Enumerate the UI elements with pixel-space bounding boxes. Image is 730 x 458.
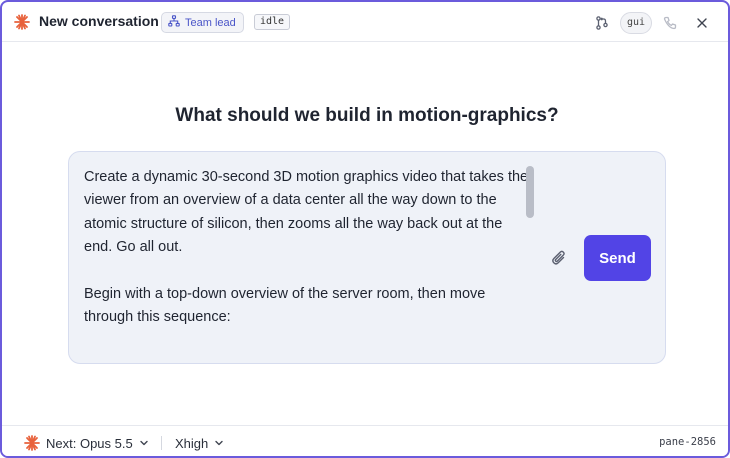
starburst-icon <box>24 435 40 451</box>
effort-label: Xhigh <box>175 435 209 451</box>
paperclip-icon[interactable] <box>549 248 569 268</box>
org-chart-icon <box>168 15 180 30</box>
pane-id: pane-2856 <box>659 436 716 448</box>
send-button[interactable]: Send <box>584 235 651 281</box>
effort-selector[interactable]: Xhigh <box>175 434 224 452</box>
close-icon[interactable] <box>692 13 712 33</box>
starburst-icon <box>14 14 30 30</box>
mode-toggle[interactable]: gui <box>620 12 652 34</box>
footer-divider <box>161 436 162 450</box>
model-selector[interactable]: Next: Opus 5.5 <box>46 434 149 452</box>
status-badge: idle <box>254 14 291 30</box>
prompt-composer: Create a dynamic 30-second 3D motion gra… <box>68 151 666 364</box>
chevron-down-icon <box>214 436 224 451</box>
phone-icon[interactable] <box>660 13 680 33</box>
header-bar: New conversation Team lead idle gui <box>2 2 728 42</box>
model-label: Next: Opus 5.5 <box>46 435 133 451</box>
footer-bar: Next: Opus 5.5 Xhigh pane-2856 <box>2 425 728 456</box>
prompt-input[interactable]: Create a dynamic 30-second 3D motion gra… <box>84 166 529 356</box>
conversation-title: New conversation <box>39 13 159 29</box>
chevron-down-icon <box>139 436 149 451</box>
prompt-scrollbar[interactable] <box>526 166 534 218</box>
role-label: Team lead <box>185 16 236 29</box>
page-title: What should we build in motion-graphics? <box>175 105 559 126</box>
role-badge[interactable]: Team lead <box>161 12 244 33</box>
git-branch-icon[interactable] <box>592 13 612 33</box>
app-window: New conversation Team lead idle gui What… <box>0 0 730 458</box>
